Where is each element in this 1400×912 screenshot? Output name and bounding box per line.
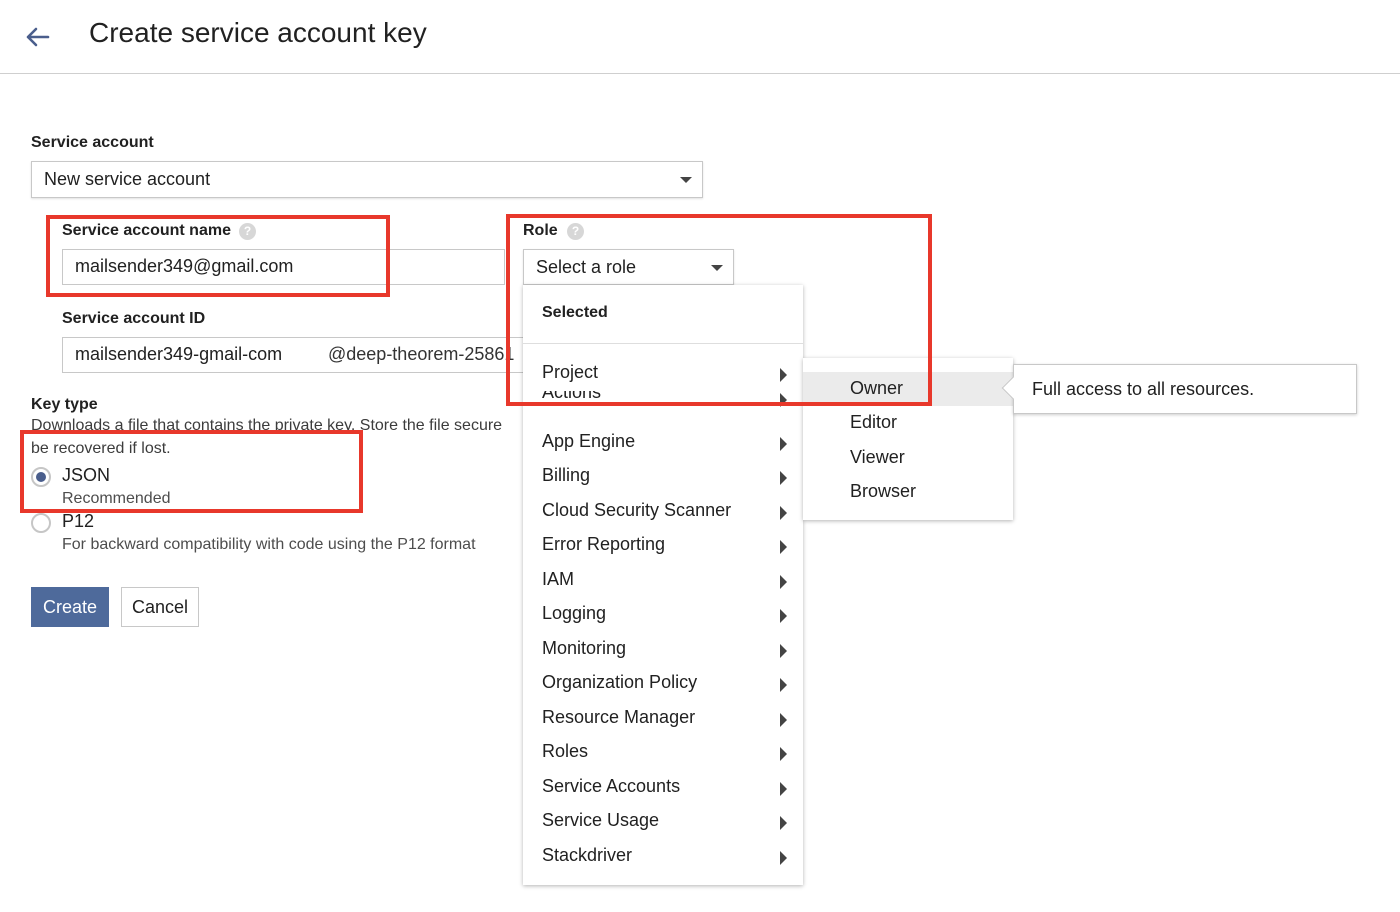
key-type-label: Key type bbox=[31, 396, 98, 413]
role-category-actions[interactable]: Actions bbox=[523, 391, 803, 409]
chevron-right-icon bbox=[780, 713, 787, 727]
role-category-label: Organization Policy bbox=[542, 672, 698, 692]
role-category-label: Service Accounts bbox=[542, 776, 681, 796]
role-category-monitoring[interactable]: Monitoring bbox=[523, 633, 803, 667]
menu-divider bbox=[523, 343, 803, 344]
role-option-label: Editor bbox=[850, 412, 898, 432]
role-category-label: Resource Manager bbox=[542, 707, 696, 727]
chevron-right-icon bbox=[780, 678, 787, 692]
role-category-service-accounts[interactable]: Service Accounts bbox=[523, 771, 803, 805]
page-title: Create service account key bbox=[89, 17, 427, 48]
role-category-iam[interactable]: IAM bbox=[523, 564, 803, 598]
chevron-right-icon bbox=[780, 393, 787, 407]
p12-option-sublabel: For backward compatibility with code usi… bbox=[62, 536, 476, 553]
service-account-id-input[interactable]: mailsender349-gmail-com @deep-theorem-25… bbox=[62, 337, 524, 373]
role-category-label: Project bbox=[542, 362, 599, 382]
chevron-right-icon bbox=[780, 368, 787, 382]
chevron-right-icon bbox=[780, 575, 787, 589]
role-option-label: Viewer bbox=[850, 447, 905, 467]
service-account-id-suffix: @deep-theorem-25861 bbox=[328, 344, 515, 364]
role-description-tooltip: Full access to all resources. bbox=[1001, 364, 1357, 414]
service-account-id-label: Service account ID bbox=[62, 310, 206, 327]
role-category-cloud-security-scanner[interactable]: Cloud Security Scanner bbox=[523, 495, 803, 529]
back-arrow-icon[interactable] bbox=[22, 22, 52, 52]
service-account-id-value: mailsender349-gmail-com bbox=[75, 344, 283, 364]
help-icon[interactable]: ? bbox=[239, 223, 256, 240]
role-category-label: Service Usage bbox=[542, 810, 660, 830]
role-category-label: Billing bbox=[542, 465, 591, 485]
json-option-label: JSON bbox=[62, 465, 111, 485]
role-category-label: IAM bbox=[542, 569, 575, 589]
chevron-right-icon bbox=[780, 851, 787, 865]
service-account-name-input[interactable]: mailsender349@gmail.com bbox=[62, 249, 505, 285]
role-option-label: Browser bbox=[850, 481, 917, 501]
role-option-owner[interactable]: Owner bbox=[803, 372, 1013, 406]
chevron-right-icon bbox=[780, 747, 787, 761]
key-type-description-line2: be recovered if lost. bbox=[31, 440, 171, 457]
chevron-right-icon bbox=[780, 471, 787, 485]
menu-header-selected: Selected bbox=[542, 304, 608, 321]
role-category-label: Roles bbox=[542, 741, 589, 761]
service-account-name-label: Service account name bbox=[62, 222, 231, 239]
role-option-viewer[interactable]: Viewer bbox=[803, 441, 1013, 475]
role-option-browser[interactable]: Browser bbox=[803, 475, 1013, 509]
role-category-service-usage[interactable]: Service Usage bbox=[523, 805, 803, 839]
role-category-project[interactable]: Project bbox=[523, 357, 803, 391]
role-option-editor[interactable]: Editor bbox=[803, 406, 1013, 440]
chevron-right-icon bbox=[780, 782, 787, 796]
role-select[interactable]: Select a role bbox=[523, 249, 734, 285]
role-category-label: Monitoring bbox=[542, 638, 627, 658]
role-category-label: Error Reporting bbox=[542, 534, 666, 554]
role-category-billing[interactable]: Billing bbox=[523, 460, 803, 494]
chevron-right-icon bbox=[780, 540, 787, 554]
top-bar: Create service account key bbox=[0, 0, 1400, 74]
role-category-label: Stackdriver bbox=[542, 845, 633, 865]
role-category-label: Cloud Security Scanner bbox=[542, 500, 732, 520]
service-account-label: Service account bbox=[31, 134, 154, 151]
role-category-app-engine[interactable]: App Engine bbox=[523, 426, 803, 460]
role-dropdown-menu: Selected Project Actions App Engine Bill… bbox=[523, 285, 803, 885]
role-category-error-reporting[interactable]: Error Reporting bbox=[523, 529, 803, 563]
json-radio[interactable] bbox=[31, 467, 51, 487]
chevron-right-icon bbox=[780, 437, 787, 451]
chevron-right-icon bbox=[780, 644, 787, 658]
role-category-label: Actions bbox=[542, 391, 602, 402]
service-account-select[interactable]: New service account bbox=[31, 161, 703, 198]
role-category-stackdriver[interactable]: Stackdriver bbox=[523, 840, 803, 874]
dropdown-caret-icon bbox=[680, 177, 692, 183]
cancel-button[interactable]: Cancel bbox=[121, 587, 199, 627]
dropdown-caret-icon bbox=[711, 265, 723, 271]
service-account-value: New service account bbox=[44, 169, 211, 189]
chevron-right-icon bbox=[780, 609, 787, 623]
p12-option-label: P12 bbox=[62, 511, 95, 531]
role-category-resource-manager[interactable]: Resource Manager bbox=[523, 702, 803, 736]
key-type-description-line1: Downloads a file that contains the priva… bbox=[31, 417, 503, 434]
tooltip-text: Full access to all resources. bbox=[1032, 379, 1255, 399]
help-icon[interactable]: ? bbox=[567, 223, 584, 240]
service-account-name-value: mailsender349@gmail.com bbox=[75, 256, 294, 276]
chevron-right-icon bbox=[780, 816, 787, 830]
role-option-label: Owner bbox=[850, 378, 904, 398]
create-button[interactable]: Create bbox=[31, 587, 109, 627]
role-label: Role bbox=[523, 222, 558, 239]
role-category-label: Logging bbox=[542, 603, 607, 623]
role-select-value: Select a role bbox=[536, 257, 637, 277]
role-category-logging[interactable]: Logging bbox=[523, 598, 803, 632]
role-category-roles[interactable]: Roles bbox=[523, 736, 803, 770]
json-option-sublabel: Recommended bbox=[62, 490, 171, 507]
radio-selected-dot bbox=[36, 472, 46, 482]
role-category-organization-policy[interactable]: Organization Policy bbox=[523, 667, 803, 701]
p12-radio[interactable] bbox=[31, 513, 51, 533]
project-role-submenu: Owner Editor Viewer Browser bbox=[803, 358, 1013, 520]
chevron-right-icon bbox=[780, 506, 787, 520]
role-category-label: App Engine bbox=[542, 431, 636, 451]
